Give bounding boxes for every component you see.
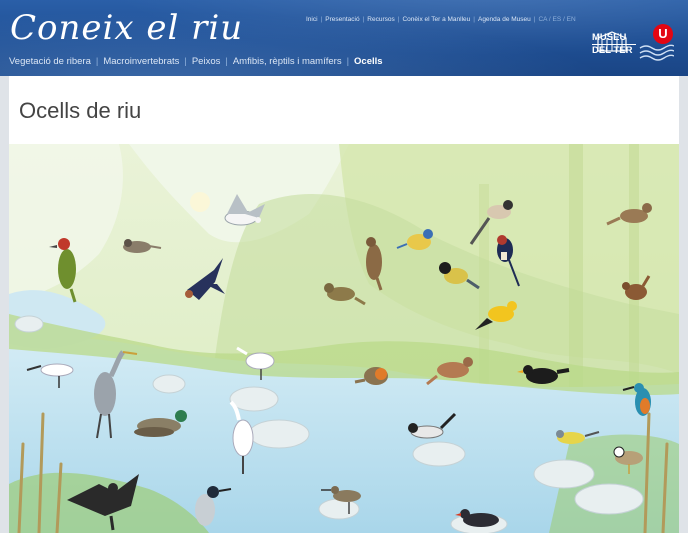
separator: | — [533, 15, 536, 23]
separator: | — [225, 56, 228, 67]
sun-icon — [190, 192, 210, 212]
section-nav: Vegetació de ribera | Macroinvertebrats … — [9, 56, 383, 67]
section-nav-macroinvertebrates[interactable]: Macroinvertebrats — [103, 56, 179, 67]
section-nav-vegetation[interactable]: Vegetació de ribera — [9, 56, 91, 67]
separator: | — [184, 56, 187, 67]
section-nav-amphibians[interactable]: Amfibis, rèptils i mamífers — [233, 56, 342, 67]
top-nav-resources[interactable]: Recursos — [367, 16, 394, 23]
separator: | — [397, 15, 400, 23]
river-waves-icon — [639, 44, 674, 61]
illustration-canvas — [9, 144, 679, 533]
museum-logo[interactable]: MUSEU DEL TER — [592, 33, 636, 61]
site-header: Coneix el riu Inici | Presentació | Recu… — [0, 0, 688, 76]
top-nav-home[interactable]: Inici — [306, 16, 318, 23]
separator: | — [95, 56, 99, 67]
top-nav-ter-manlleu[interactable]: Conèix el Ter a Manlleu — [402, 16, 470, 23]
river-birds-illustration — [9, 144, 679, 533]
top-nav: Inici | Presentació | Recursos | Conèix … — [306, 13, 576, 25]
page-title-band: Ocells de riu — [9, 76, 679, 144]
separator: | — [320, 15, 323, 23]
separator: | — [346, 56, 350, 67]
separator: | — [362, 15, 365, 23]
separator: | — [473, 15, 475, 23]
section-nav-fish[interactable]: Peixos — [192, 56, 221, 67]
section-nav-birds[interactable]: Ocells — [354, 56, 383, 67]
page-title: Ocells de riu — [19, 98, 142, 123]
top-nav-agenda[interactable]: Agenda de Museu — [478, 16, 531, 23]
top-nav-presentation[interactable]: Presentació — [325, 16, 359, 23]
language-switcher[interactable]: CA / ES / EN — [538, 16, 575, 23]
tree-trunk — [629, 144, 639, 404]
site-title[interactable]: Coneix el riu — [10, 8, 243, 48]
